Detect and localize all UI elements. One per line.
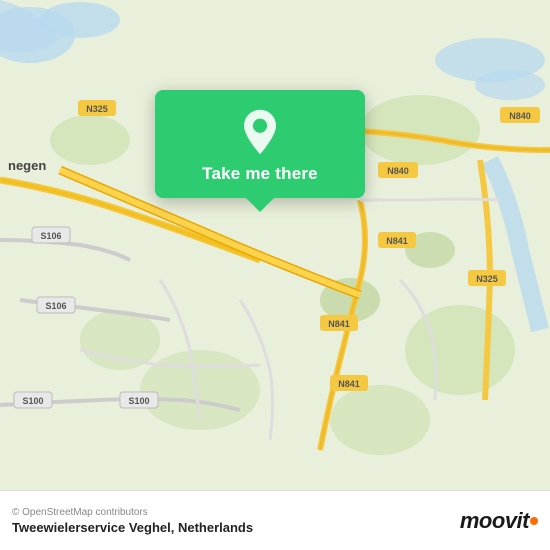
location-pin-icon: [236, 108, 284, 156]
moovit-logo-text: moovit: [460, 508, 529, 534]
take-me-there-button[interactable]: Take me there: [202, 164, 318, 184]
svg-text:N841: N841: [328, 319, 350, 329]
svg-text:N325: N325: [476, 274, 498, 284]
svg-text:S100: S100: [128, 396, 149, 406]
copyright-text: © OpenStreetMap contributors: [12, 507, 253, 518]
svg-text:S106: S106: [40, 231, 61, 241]
moovit-logo-dot: [530, 517, 538, 525]
popup-card: Take me there: [155, 90, 365, 198]
svg-text:N840: N840: [509, 111, 531, 121]
svg-text:N840: N840: [387, 166, 409, 176]
map-container: N325 N840 N840 N841 N841 N841 N325 S106 …: [0, 0, 550, 490]
svg-text:N841: N841: [338, 379, 360, 389]
svg-text:N841: N841: [386, 236, 408, 246]
svg-text:S106: S106: [45, 301, 66, 311]
moovit-logo: moovit: [460, 508, 538, 534]
footer: © OpenStreetMap contributors Tweewielers…: [0, 490, 550, 550]
footer-left: © OpenStreetMap contributors Tweewielers…: [12, 507, 253, 535]
svg-text:negen: negen: [8, 158, 46, 173]
svg-text:N325: N325: [86, 104, 108, 114]
location-name: Tweewielerservice Veghel, Netherlands: [12, 520, 253, 535]
svg-text:S100: S100: [22, 396, 43, 406]
